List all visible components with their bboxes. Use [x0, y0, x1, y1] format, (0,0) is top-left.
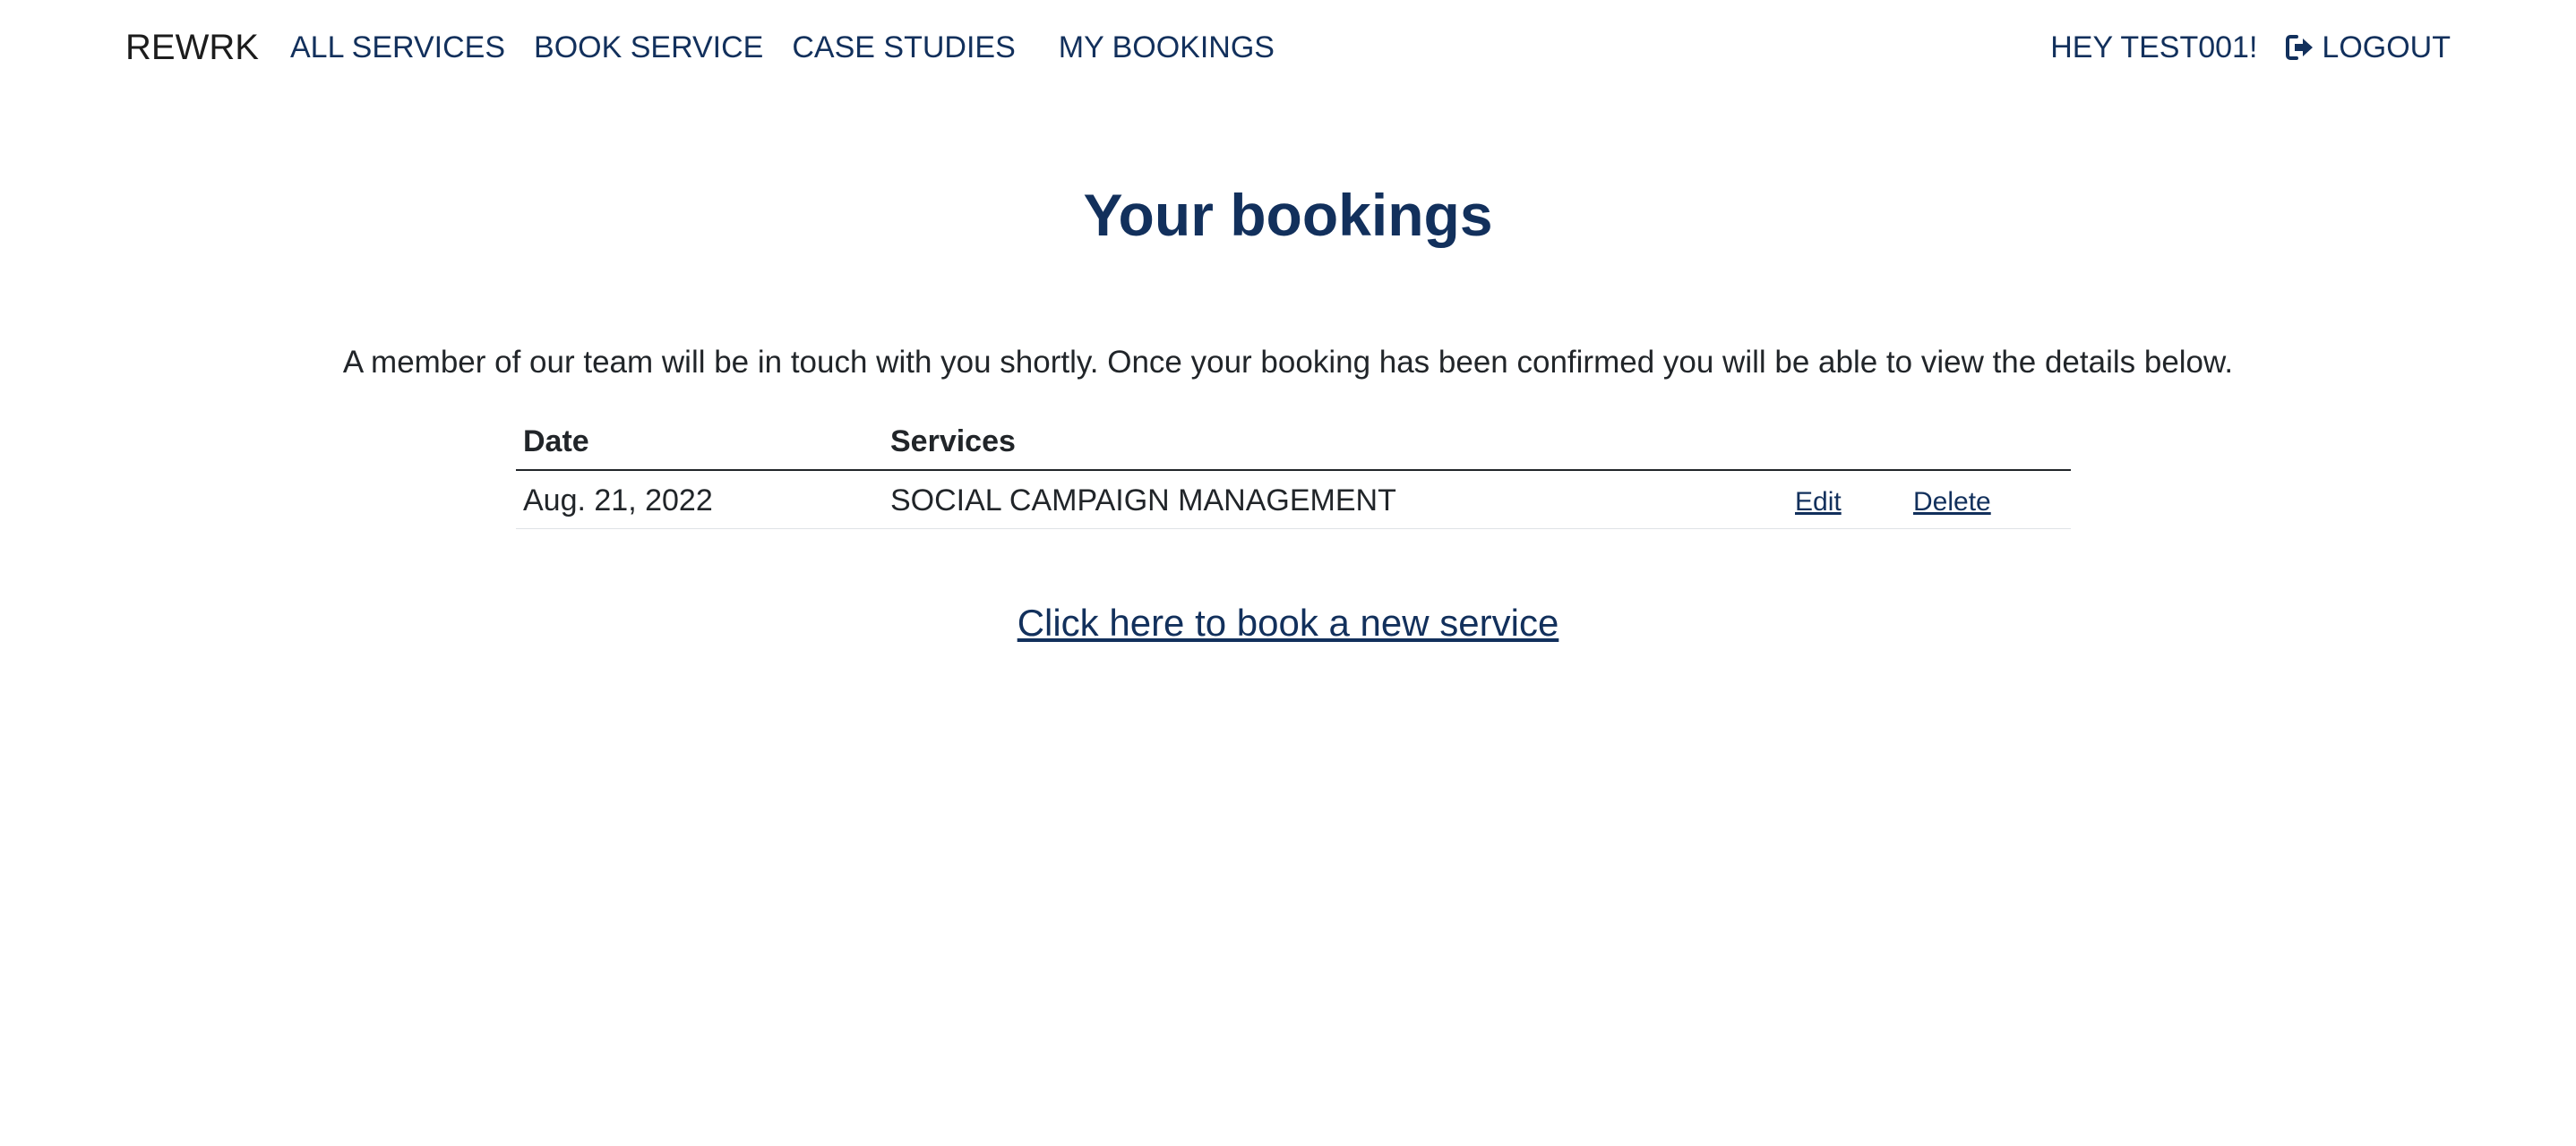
book-new-container: Click here to book a new service [0, 598, 2576, 648]
table-row: Aug. 21, 2022 SOCIAL CAMPAIGN MANAGEMENT… [516, 470, 2071, 529]
page-title: Your bookings [1083, 182, 1493, 248]
delete-booking-link[interactable]: Delete [1913, 487, 1991, 517]
nav-book-service[interactable]: BOOK SERVICE [534, 27, 763, 68]
bookings-table: Date Services Aug. 21, 2022 SOCIAL CAMPA… [516, 415, 2071, 529]
bookings-table-container: Date Services Aug. 21, 2022 SOCIAL CAMPA… [516, 415, 2071, 529]
nav-all-services[interactable]: ALL SERVICES [290, 27, 505, 68]
booking-service: SOCIAL CAMPAIGN MANAGEMENT [883, 470, 1788, 529]
book-new-service-link[interactable]: Click here to book a new service [1018, 602, 1559, 644]
table-header-row: Date Services [516, 415, 2071, 471]
header-delete-empty [1906, 415, 2071, 471]
nav-case-studies[interactable]: CASE STUDIES [792, 27, 1015, 68]
main-nav: ALL SERVICES BOOK SERVICE CASE STUDIES M… [290, 27, 1303, 68]
edit-booking-link[interactable]: Edit [1795, 487, 1842, 517]
header-edit-empty [1788, 415, 1906, 471]
top-navbar: REWRK ALL SERVICES BOOK SERVICE CASE STU… [0, 0, 2576, 95]
user-nav: HEY TEST001! LOGOUT [2050, 27, 2451, 68]
nav-my-bookings[interactable]: MY BOOKINGS [1059, 27, 1275, 68]
header-date: Date [516, 415, 883, 471]
sign-out-icon [2286, 35, 2314, 60]
logout-button[interactable]: LOGOUT [2286, 27, 2451, 68]
intro-message: A member of our team will be in touch wi… [342, 345, 2234, 380]
logout-label: LOGOUT [2322, 30, 2451, 64]
header-services: Services [883, 415, 1788, 471]
brand-logo[interactable]: REWRK [125, 25, 259, 70]
user-greeting: HEY TEST001! [2050, 30, 2258, 64]
booking-date: Aug. 21, 2022 [516, 470, 883, 529]
